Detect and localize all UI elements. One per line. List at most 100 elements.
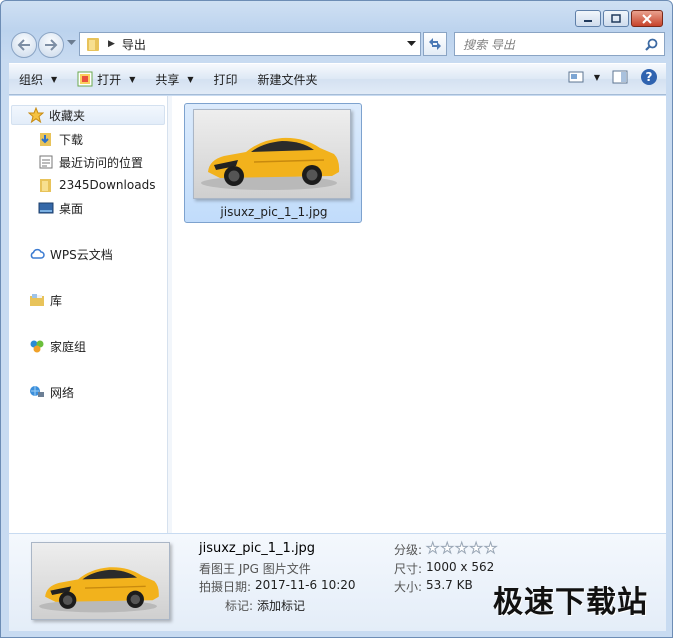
details-thumbnail bbox=[31, 542, 170, 620]
rating-label: 分级: bbox=[394, 543, 423, 557]
nav-label: 下载 bbox=[59, 132, 84, 147]
star-icon[interactable]: ★ bbox=[469, 540, 483, 558]
star-icon[interactable]: ★ bbox=[440, 540, 454, 558]
search-icon[interactable] bbox=[645, 38, 658, 51]
star-icon bbox=[28, 107, 44, 123]
star-icon[interactable]: ★ bbox=[426, 540, 440, 558]
folder-icon bbox=[40, 179, 51, 192]
file-item[interactable]: jisuxz_pic_1_1.jpg bbox=[184, 103, 362, 223]
close-icon bbox=[642, 13, 652, 24]
dimensions-value: 1000 x 562 bbox=[426, 560, 495, 574]
view-button[interactable]: ▼ bbox=[568, 70, 600, 84]
star-icon[interactable]: ★ bbox=[454, 540, 468, 558]
nav-item-recent[interactable]: 最近访问的位置 bbox=[38, 152, 143, 172]
cloud-icon bbox=[30, 248, 45, 259]
image-thumbnail bbox=[193, 109, 351, 199]
details-filesize-row: 大小: 53.7 KB bbox=[394, 578, 473, 595]
refresh-button[interactable] bbox=[423, 32, 447, 56]
nav-item-homegroup[interactable]: 家庭组 bbox=[29, 336, 86, 356]
nav-label: 网络 bbox=[50, 385, 75, 400]
nav-item-desktop[interactable]: 桌面 bbox=[38, 198, 83, 218]
explorer-window: ▶ 导出 搜索 导出 组织 ▼ 打开 ▼ 共享 ▼ 打印 新建文件夹 ▼ ? 收… bbox=[0, 0, 673, 638]
downloads-folder-icon bbox=[40, 133, 51, 146]
arrow-right-icon bbox=[45, 39, 58, 51]
nav-item-downloads[interactable]: 下载 bbox=[38, 129, 83, 149]
rating-stars[interactable]: ★ ★ ★ ★ ★ bbox=[426, 540, 498, 558]
new-folder-label: 新建文件夹 bbox=[257, 72, 318, 87]
maximize-button[interactable] bbox=[603, 10, 629, 27]
site-watermark: 极速下载站 bbox=[493, 585, 648, 620]
history-dropdown-icon[interactable] bbox=[67, 40, 76, 46]
nav-label: 库 bbox=[50, 293, 63, 308]
search-placeholder: 搜索 导出 bbox=[463, 37, 515, 52]
chevron-down-icon: ▼ bbox=[129, 74, 136, 84]
breadcrumb-item[interactable]: 导出 bbox=[122, 36, 146, 53]
share-button[interactable]: 共享 ▼ bbox=[145, 67, 203, 91]
caption-buttons bbox=[575, 10, 663, 27]
details-file-name: jisuxz_pic_1_1.jpg bbox=[199, 541, 316, 556]
nav-item-wps-cloud[interactable]: WPS云文档 bbox=[29, 244, 113, 264]
libraries-icon bbox=[30, 294, 44, 306]
organize-label: 组织 bbox=[19, 72, 44, 87]
content-area: 收藏夹 下载 最近访问的位置 2345Downloads 桌面 WPS云文档 库… bbox=[9, 96, 666, 533]
print-button[interactable]: 打印 bbox=[204, 67, 248, 91]
nav-label: 2345Downloads bbox=[59, 178, 156, 192]
view-options-icon bbox=[568, 71, 584, 83]
open-label: 打开 bbox=[97, 72, 122, 87]
nav-label: 收藏夹 bbox=[49, 108, 86, 123]
homegroup-icon bbox=[30, 340, 44, 353]
nav-label: 最近访问的位置 bbox=[59, 155, 144, 170]
minimize-icon bbox=[584, 19, 592, 22]
command-bar: 组织 ▼ 打开 ▼ 共享 ▼ 打印 新建文件夹 ▼ ? bbox=[9, 63, 666, 95]
nav-item-libraries[interactable]: 库 bbox=[29, 290, 62, 310]
car-image bbox=[39, 567, 159, 613]
arrow-left-icon bbox=[17, 39, 30, 51]
open-button[interactable]: 打开 ▼ bbox=[67, 67, 145, 91]
preview-pane-icon[interactable] bbox=[612, 69, 628, 85]
new-folder-button[interactable]: 新建文件夹 bbox=[248, 67, 328, 91]
minimize-button[interactable] bbox=[575, 10, 601, 27]
details-tags-row: 标记: 添加标记 bbox=[225, 597, 305, 614]
car-image bbox=[201, 137, 340, 190]
help-icon[interactable]: ? bbox=[640, 68, 658, 86]
close-button[interactable] bbox=[631, 10, 663, 27]
address-dropdown-icon[interactable] bbox=[407, 41, 416, 47]
toolbar-right: ▼ ? bbox=[568, 68, 658, 86]
maximize-icon bbox=[611, 14, 621, 23]
address-bar[interactable]: ▶ 导出 bbox=[79, 32, 421, 56]
tags-label: 标记: bbox=[225, 599, 254, 613]
breadcrumb-separator-icon[interactable]: ▶ bbox=[108, 39, 115, 49]
date-value[interactable]: 2017-11-6 10:20 bbox=[255, 578, 356, 595]
filesize-value: 53.7 KB bbox=[426, 578, 473, 592]
file-list[interactable]: jisuxz_pic_1_1.jpg bbox=[172, 96, 666, 533]
organize-button[interactable]: 组织 ▼ bbox=[9, 67, 67, 91]
search-input[interactable]: 搜索 导出 bbox=[454, 32, 665, 56]
desktop-icon bbox=[38, 202, 54, 214]
nav-label: WPS云文档 bbox=[50, 247, 113, 262]
nav-label: 家庭组 bbox=[50, 339, 87, 354]
details-pane: jisuxz_pic_1_1.jpg 看图王 JPG 图片文件 拍摄日期: 20… bbox=[9, 534, 666, 631]
svg-text:?: ? bbox=[646, 70, 653, 84]
network-icon bbox=[30, 386, 44, 397]
nav-label: 桌面 bbox=[59, 201, 84, 216]
details-date-row: 拍摄日期: 2017-11-6 10:20 bbox=[199, 578, 356, 595]
address-row: ▶ 导出 搜索 导出 bbox=[10, 32, 665, 58]
details-file-type: 看图王 JPG 图片文件 bbox=[199, 562, 311, 576]
forward-button[interactable] bbox=[38, 32, 64, 58]
star-icon[interactable]: ★ bbox=[483, 540, 497, 558]
navigation-pane[interactable]: 收藏夹 下载 最近访问的位置 2345Downloads 桌面 WPS云文档 库… bbox=[9, 96, 168, 533]
date-label: 拍摄日期: bbox=[199, 580, 252, 594]
nav-item-favorites[interactable]: 收藏夹 bbox=[11, 105, 165, 125]
chevron-down-icon: ▼ bbox=[187, 74, 194, 84]
chevron-down-icon: ▼ bbox=[51, 74, 58, 84]
back-button[interactable] bbox=[11, 32, 37, 58]
nav-item-network[interactable]: 网络 bbox=[29, 382, 74, 402]
tags-value[interactable]: 添加标记 bbox=[257, 597, 305, 614]
filesize-label: 大小: bbox=[394, 580, 423, 594]
details-rating-row: 分级: ★ ★ ★ ★ ★ bbox=[394, 540, 498, 558]
folder-icon bbox=[87, 38, 99, 51]
nav-item-2345downloads[interactable]: 2345Downloads bbox=[38, 175, 155, 195]
share-label: 共享 bbox=[155, 72, 180, 87]
image-viewer-app-icon bbox=[77, 71, 93, 87]
chevron-down-icon: ▼ bbox=[593, 72, 600, 82]
